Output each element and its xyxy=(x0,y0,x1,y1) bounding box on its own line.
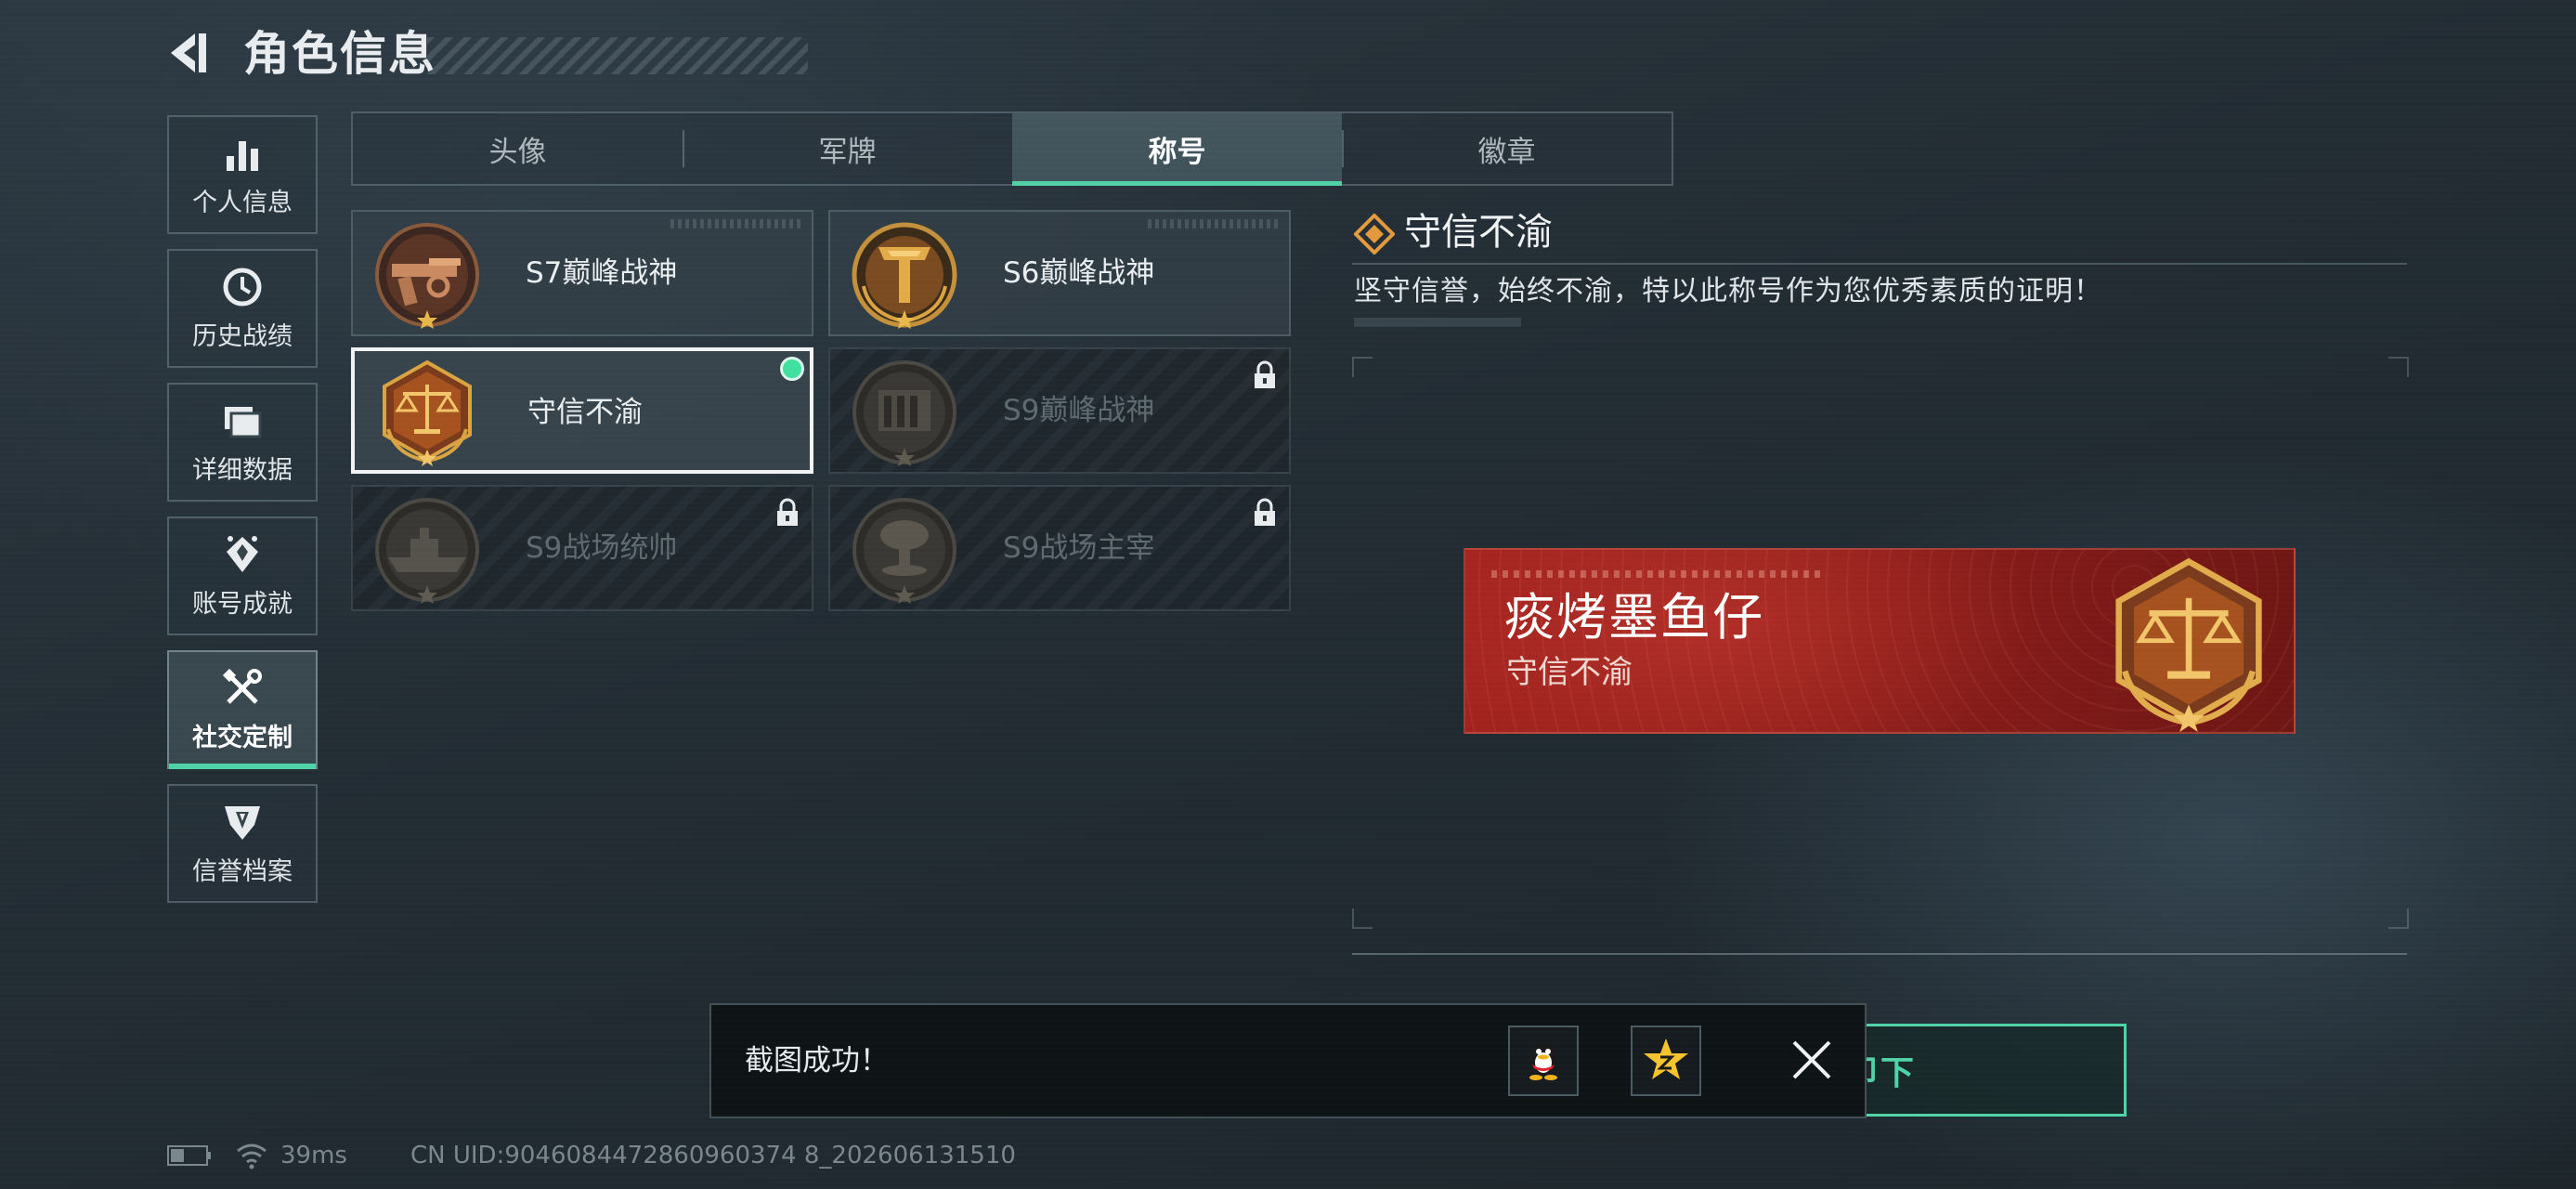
nav-item-history[interactable]: 历史战绩 xyxy=(167,249,318,368)
nav-item-label: 社交定制 xyxy=(192,723,293,752)
battleship-badge-icon xyxy=(375,498,479,604)
title-card-s9-commander[interactable]: S9战场统帅 xyxy=(351,485,813,611)
lock-icon xyxy=(1255,498,1275,526)
divider xyxy=(1352,953,2407,955)
ping-value: 39ms xyxy=(280,1142,347,1169)
lock-icon xyxy=(1255,360,1275,388)
share-qzone-button[interactable] xyxy=(1631,1026,1701,1096)
frame-corner xyxy=(2388,908,2409,929)
nav-item-label: 详细数据 xyxy=(192,455,293,485)
tab-badge[interactable]: 徽章 xyxy=(1342,113,1672,184)
nav-item-label: 个人信息 xyxy=(192,188,293,217)
tab-dog-tag[interactable]: 军牌 xyxy=(683,113,1012,184)
card-decoration xyxy=(670,219,800,229)
nav-item-label: 历史战绩 xyxy=(192,321,293,351)
card-decoration xyxy=(1148,219,1278,229)
title-card-s9-peak[interactable]: S9巅峰战神 xyxy=(828,347,1291,474)
close-icon[interactable] xyxy=(1781,1029,1842,1091)
wifi-icon xyxy=(237,1143,267,1169)
page-title: 角色信息 xyxy=(243,27,436,81)
nameplate-preview: 痰烤墨鱼仔 守信不渝 xyxy=(1464,548,2296,734)
battery-icon xyxy=(167,1145,211,1166)
title-diamond-icon xyxy=(1354,214,1395,255)
credit-shield-icon xyxy=(225,805,260,840)
nameplate-decoration xyxy=(1491,570,1826,578)
divider xyxy=(1352,263,2407,265)
s7-peak-badge-icon xyxy=(375,223,479,329)
title-card-label: S9战场统帅 xyxy=(526,531,678,565)
back-arrow-icon[interactable] xyxy=(167,32,210,74)
nav-item-detailed-data[interactable]: 详细数据 xyxy=(167,383,318,502)
active-indicator xyxy=(169,764,316,769)
description-decoration xyxy=(1354,318,1521,327)
selected-title-name: 守信不渝 xyxy=(1404,211,1553,254)
title-card-s6-peak[interactable]: S6巅峰战神 xyxy=(828,210,1291,336)
nav-item-social-custom[interactable]: 社交定制 xyxy=(167,650,318,769)
selected-title-description: 坚守信誉，始终不渝，特以此称号作为您优秀素质的证明！ xyxy=(1354,275,2102,307)
title-card-s7-peak[interactable]: S7巅峰战神 xyxy=(351,210,813,336)
lock-icon xyxy=(777,498,798,526)
bar-chart-icon xyxy=(227,140,258,171)
title-card-label: S9巅峰战神 xyxy=(1003,394,1155,427)
qq-penguin-icon xyxy=(1529,1043,1557,1080)
title-card-keep-faith[interactable]: 守信不渝 xyxy=(351,347,813,474)
folder-icon xyxy=(225,406,262,438)
toast-message: 截图成功！ xyxy=(745,1044,889,1078)
player-uid: CN UID:9046084472860960374 8_20260613151… xyxy=(410,1142,1016,1169)
nameplate-player-name: 痰烤墨鱼仔 xyxy=(1504,588,1764,647)
nav-item-label: 信誉档案 xyxy=(192,856,293,886)
title-card-label: 守信不渝 xyxy=(527,396,643,429)
title-card-label: S9战场主宰 xyxy=(1003,531,1155,565)
mushroom-cloud-badge-icon xyxy=(852,498,956,604)
nav-item-credit-record[interactable]: 信誉档案 xyxy=(167,784,318,903)
equipped-indicator xyxy=(780,357,804,381)
tab-avatar[interactable]: 头像 xyxy=(353,113,683,184)
category-tabs: 头像 军牌 称号 徽章 xyxy=(351,111,1673,186)
title-card-s9-dominator[interactable]: S9战场主宰 xyxy=(828,485,1291,611)
s9-peak-badge-icon xyxy=(852,360,956,466)
s6-peak-badge-icon xyxy=(852,222,957,329)
nav-item-achievements[interactable]: 账号成就 xyxy=(167,516,318,635)
title-card-label: S6巅峰战神 xyxy=(1003,256,1155,290)
status-bar: 39ms CN UID:9046084472860960374 8_202606… xyxy=(167,1137,1016,1174)
nav-item-personal-info[interactable]: 个人信息 xyxy=(167,115,318,234)
nameplate-title: 守信不渝 xyxy=(1506,654,1633,691)
history-clock-icon xyxy=(223,268,262,306)
title-decoration xyxy=(427,37,808,74)
frame-corner xyxy=(1352,357,1373,377)
scales-badge-icon xyxy=(2115,557,2262,732)
share-qq-button[interactable] xyxy=(1508,1026,1579,1096)
nav-item-label: 账号成就 xyxy=(192,589,293,619)
qzone-star-icon xyxy=(1644,1039,1688,1079)
title-card-label: S7巅峰战神 xyxy=(526,256,678,290)
screenshot-toast: 截图成功！ xyxy=(709,1003,1867,1118)
page-header: 角色信息 xyxy=(167,26,808,82)
tools-icon xyxy=(222,668,262,704)
frame-corner xyxy=(1352,908,1373,929)
scales-badge-icon xyxy=(383,359,472,466)
achievement-icon xyxy=(227,535,258,572)
frame-corner xyxy=(2388,357,2409,377)
tab-title[interactable]: 称号 xyxy=(1012,113,1342,186)
